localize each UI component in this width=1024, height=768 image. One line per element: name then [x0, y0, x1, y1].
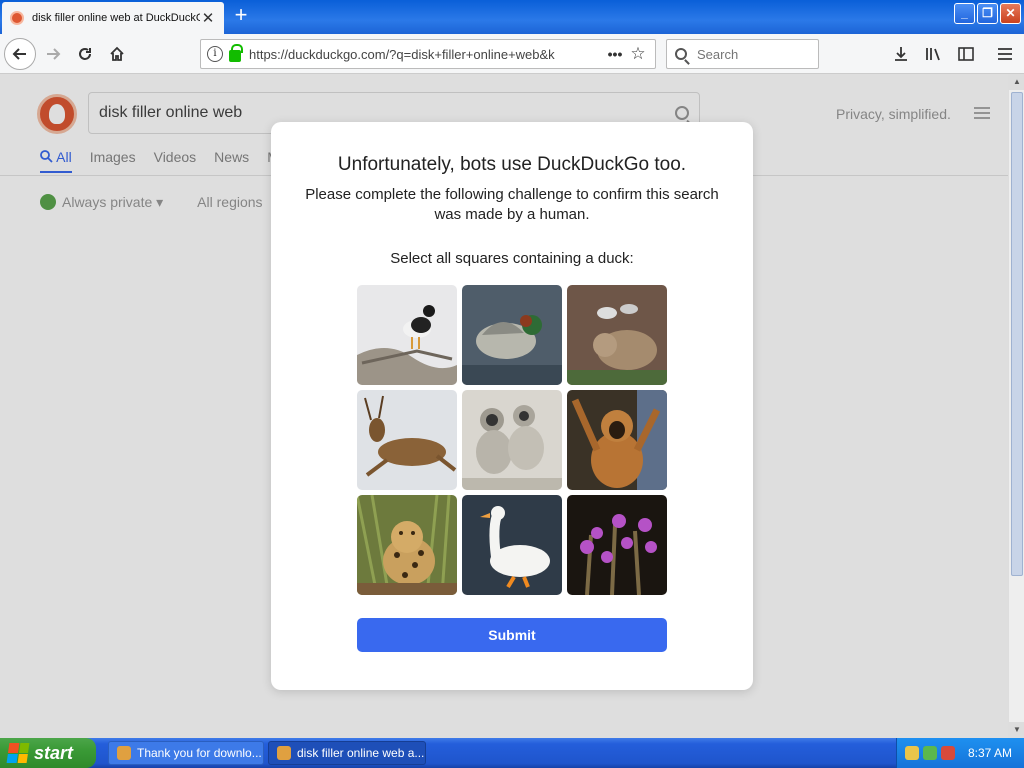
submit-button[interactable]: Submit	[357, 618, 667, 652]
scroll-up-icon[interactable]: ▲	[1009, 74, 1024, 90]
lock-icon[interactable]	[229, 44, 243, 62]
update-icon[interactable]	[923, 746, 937, 760]
image-tile-jaguar[interactable]	[357, 495, 457, 595]
tab-close-icon[interactable]: ✕	[200, 9, 216, 27]
image-tile-duck-driftwood[interactable]	[357, 285, 457, 385]
download-icon	[895, 47, 907, 61]
image-tile-white-duck[interactable]	[462, 495, 562, 595]
app-icon	[277, 746, 291, 760]
security-shield-icon[interactable]	[941, 746, 955, 760]
close-window-button[interactable]: ✕	[1000, 3, 1021, 24]
navigation-toolbar: i https://duckduckgo.com/?q=disk+filler+…	[0, 34, 1024, 74]
bot-challenge-dialog: Unfortunately, bots use DuckDuckGo too. …	[271, 122, 753, 690]
reload-button[interactable]	[70, 40, 100, 68]
web-page: Privacy, simplified. All Images Videos N…	[0, 74, 1008, 738]
site-info-icon[interactable]: i	[207, 46, 223, 62]
window-controls: _ ❐ ✕	[954, 3, 1021, 24]
tab-strip: disk filler online web at DuckDuckGo ✕ +…	[0, 0, 1024, 34]
forward-button[interactable]	[38, 40, 68, 68]
reload-icon	[79, 48, 91, 60]
taskbar-item-browser[interactable]: disk filler online web a...	[268, 741, 426, 765]
url-text[interactable]: https://duckduckgo.com/?q=disk+filler+on…	[249, 47, 603, 62]
image-tile-deer[interactable]	[357, 390, 457, 490]
app-icon	[117, 746, 131, 760]
start-label: start	[34, 742, 74, 763]
back-button[interactable]	[4, 38, 36, 70]
duckduckgo-favicon-icon	[10, 11, 24, 25]
image-tile-purple-flowers[interactable]	[567, 495, 667, 595]
arrow-right-icon	[47, 48, 61, 60]
downloads-button[interactable]	[890, 43, 912, 65]
new-tab-button[interactable]: +	[230, 4, 252, 27]
sidebar-icon	[958, 47, 974, 61]
challenge-title: Unfortunately, bots use DuckDuckGo too.	[337, 154, 687, 175]
address-bar[interactable]: i https://duckduckgo.com/?q=disk+filler+…	[200, 39, 656, 69]
browser-tab[interactable]: disk filler online web at DuckDuckGo ✕	[2, 2, 224, 34]
taskbar-item-download[interactable]: Thank you for downlo...	[108, 741, 264, 765]
start-button[interactable]: start	[0, 738, 96, 768]
image-tile-teal-duck[interactable]	[462, 285, 562, 385]
scroll-down-icon[interactable]: ▼	[1009, 722, 1024, 738]
image-tile-gibbon[interactable]	[567, 390, 667, 490]
image-tile-monkeys[interactable]	[462, 390, 562, 490]
library-icon	[926, 48, 940, 61]
menu-button[interactable]	[994, 43, 1016, 65]
image-tile-bear-cub[interactable]	[567, 285, 667, 385]
arrow-left-icon	[12, 48, 26, 60]
network-icon[interactable]	[905, 746, 919, 760]
challenge-subtitle: Please complete the following challenge …	[305, 186, 719, 223]
search-icon	[675, 48, 687, 60]
challenge-image-grid	[357, 285, 667, 595]
vertical-scrollbar[interactable]: ▲ ▼	[1008, 74, 1024, 738]
library-button[interactable]	[923, 43, 945, 65]
sidebar-button[interactable]	[955, 43, 977, 65]
bookmark-star-icon[interactable]: ☆	[627, 44, 649, 64]
page-actions-icon[interactable]: •••	[603, 46, 627, 62]
scrollbar-thumb[interactable]	[1011, 92, 1023, 576]
maximize-button[interactable]: ❐	[977, 3, 998, 24]
browser-search-input[interactable]	[697, 46, 807, 62]
browser-search-box[interactable]	[666, 39, 819, 69]
home-button[interactable]	[102, 40, 132, 68]
taskbar: start Thank you for downlo... disk fille…	[0, 738, 1024, 768]
challenge-prompt: Select all squares containing a duck:	[390, 250, 634, 267]
system-tray: 8:37 AM	[896, 738, 1024, 768]
windows-flag-icon	[6, 743, 30, 763]
tab-title: disk filler online web at DuckDuckGo	[32, 12, 200, 24]
minimize-button[interactable]: _	[954, 3, 975, 24]
hamburger-icon	[998, 48, 1012, 60]
clock[interactable]: 8:37 AM	[968, 746, 1012, 760]
home-icon	[110, 46, 124, 61]
